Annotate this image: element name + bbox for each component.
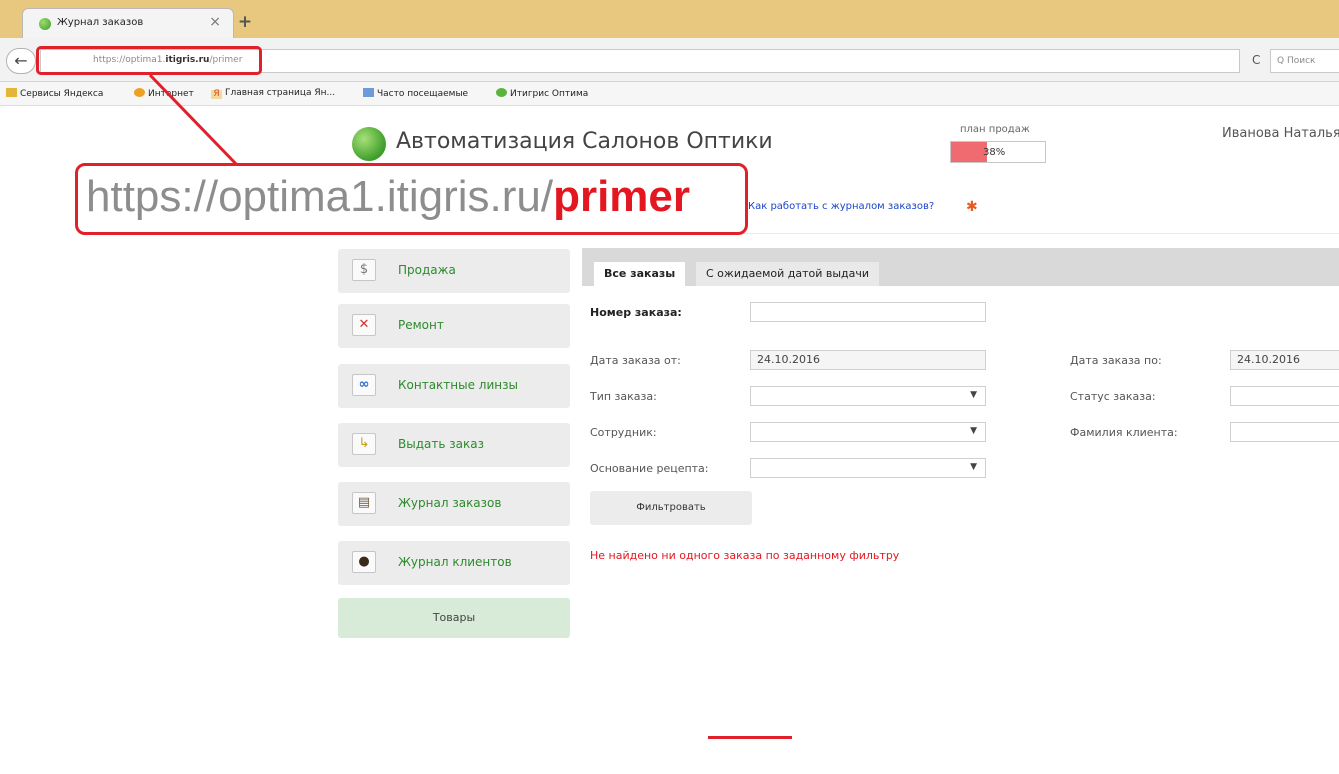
page-root: Журнал заказов × + ← https://optima1.iti… [0,0,1339,774]
url-callout-text: https://optima1.itigris.ru/primer [86,172,691,221]
annotation-pointer-line [148,73,240,168]
url-callout: https://optima1.itigris.ru/primer [75,163,748,235]
url-highlight-box [36,46,262,75]
